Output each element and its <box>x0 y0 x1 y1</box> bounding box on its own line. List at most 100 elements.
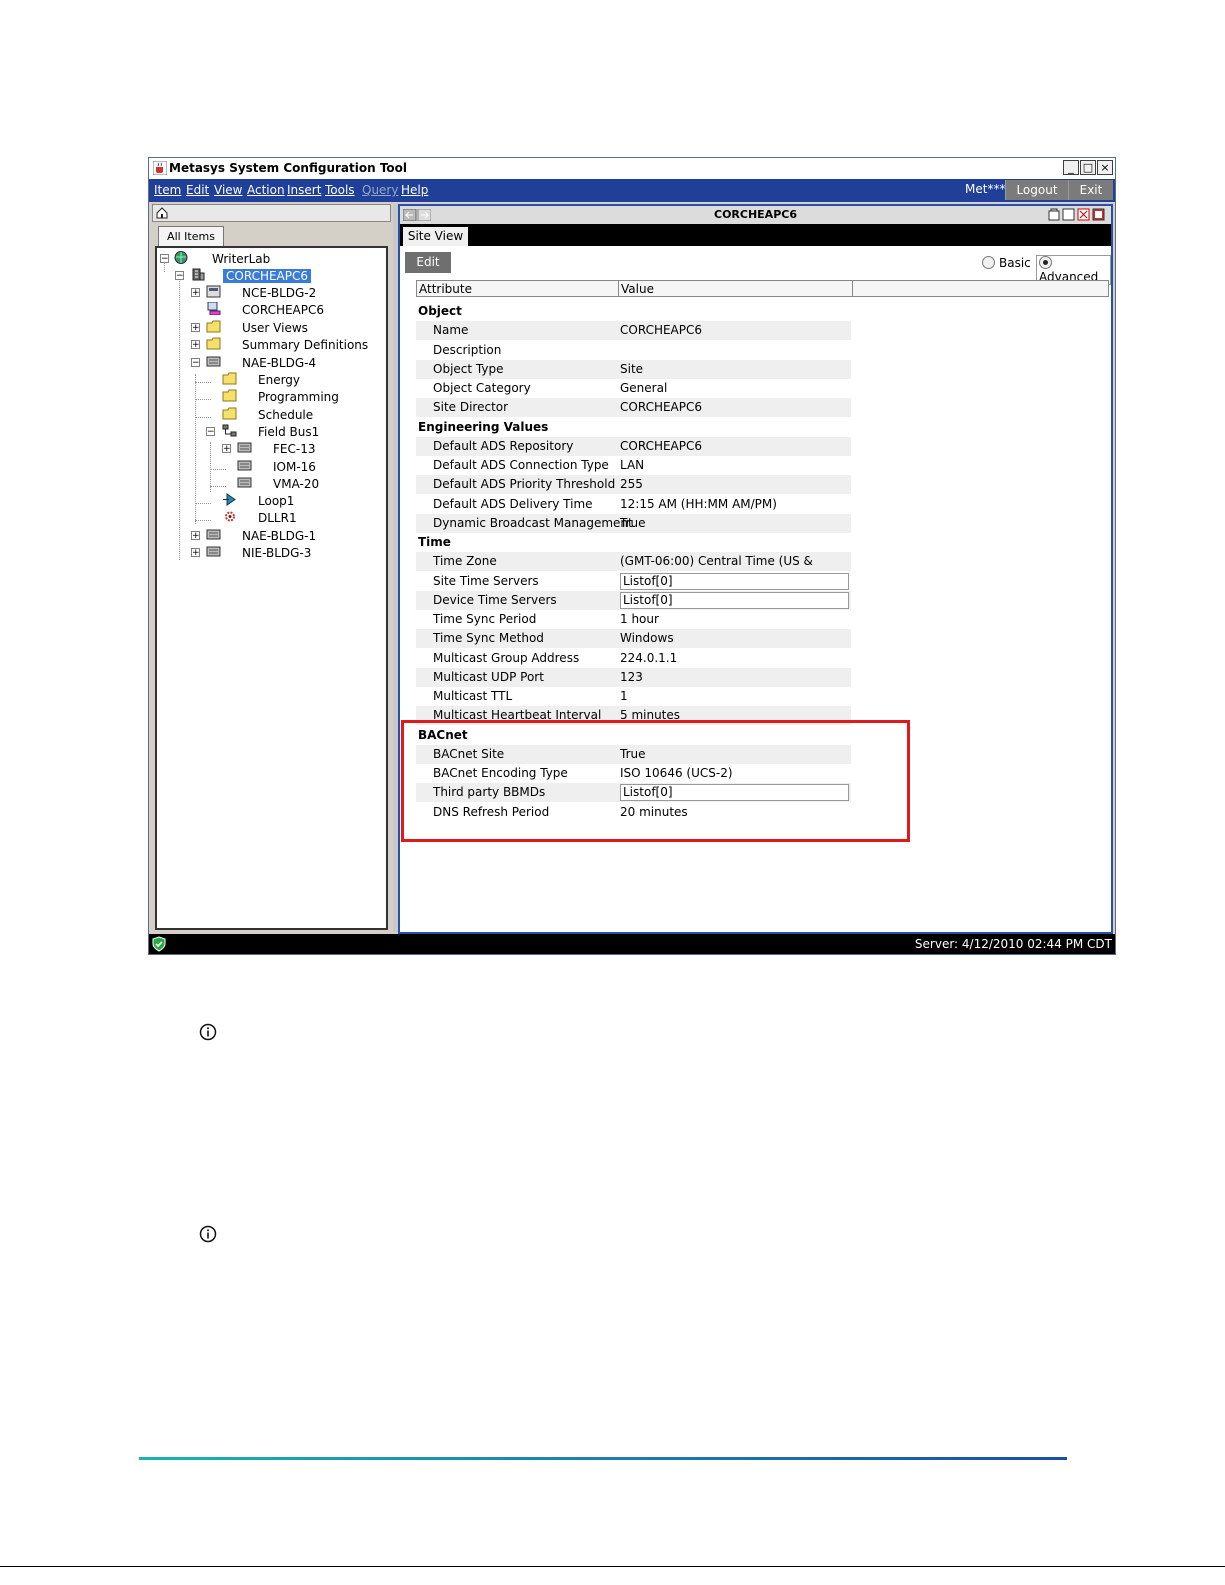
attribute-name: Object Category <box>433 381 531 395</box>
tree-node-loop1[interactable]: Loop1 <box>255 493 297 509</box>
info-icon <box>199 1023 217 1041</box>
table-row: Multicast Group Address 224.0.1.1 <box>416 649 851 668</box>
attribute-value: LAN <box>620 458 645 472</box>
attribute-value: 1 <box>620 689 628 703</box>
collapse-toggle[interactable]: − <box>160 254 169 264</box>
tree-node-summary-definitions[interactable]: Summary Definitions <box>239 337 371 353</box>
menu-action[interactable]: Action <box>247 183 285 197</box>
menu-view[interactable]: View <box>214 183 242 197</box>
home-icon[interactable] <box>155 206 169 220</box>
attribute-name: Site Time Servers <box>433 573 539 588</box>
tree-node-programming[interactable]: Programming <box>255 389 342 405</box>
display-tabs: Site View <box>400 224 1111 246</box>
footer-rule <box>139 1457 1067 1460</box>
tree-node-nae-bldg-1[interactable]: NAE-BLDG-1 <box>239 528 319 544</box>
menu-tools[interactable]: Tools <box>325 183 355 197</box>
radio-on-icon <box>1039 256 1052 269</box>
collapse-toggle[interactable]: − <box>206 427 215 437</box>
table-row: Name CORCHEAPC6 <box>416 321 851 341</box>
expand-toggle[interactable]: + <box>191 531 200 541</box>
section-label: Time <box>418 535 451 549</box>
menu-insert[interactable]: Insert <box>287 183 321 197</box>
collapse-toggle[interactable]: − <box>191 358 200 368</box>
minimize-button[interactable]: _ <box>1063 160 1079 175</box>
attribute-value: CORCHEAPC6 <box>620 438 703 453</box>
table-row: Time Sync Period 1 hour <box>416 610 851 629</box>
exit-button[interactable]: Exit <box>1068 180 1113 200</box>
tree-node-field-bus1[interactable]: Field Bus1 <box>255 424 322 440</box>
table-row: Multicast TTL 1 <box>416 687 851 706</box>
attribute-value: Windows <box>620 631 674 646</box>
attribute-value: CORCHEAPC6 <box>620 400 703 415</box>
tree-node-server[interactable]: CORCHEAPC6 <box>239 302 327 318</box>
edit-button[interactable]: Edit <box>405 252 451 273</box>
list-value-field[interactable]: Listof[0] <box>620 591 849 609</box>
device-icon <box>206 356 221 367</box>
tab-all-items[interactable]: All Items <box>158 226 224 246</box>
section-header: Object <box>416 302 851 321</box>
building-icon <box>192 268 205 281</box>
tree-node-user-views[interactable]: User Views <box>239 320 311 336</box>
attribute-value: 255 <box>620 477 643 492</box>
gear-icon <box>225 511 235 522</box>
bacnet-highlight-box <box>401 720 910 842</box>
attribute-name: Time Zone <box>433 554 497 569</box>
table-row: Description <box>416 341 851 360</box>
table-row: Time Zone (GMT-06:00) Central Time (US & … <box>416 552 851 587</box>
section-header: Engineering Values <box>416 418 851 437</box>
tree-node-iom-16[interactable]: IOM-16 <box>270 459 319 475</box>
tree-node-fec-13[interactable]: FEC-13 <box>270 441 318 457</box>
server-time: Server: 4/12/2010 02:44 PM CDT <box>914 937 1112 951</box>
status-bar: Server: 4/12/2010 02:44 PM CDT <box>149 934 1115 954</box>
tree-node-nae-bldg-4[interactable]: NAE-BLDG-4 <box>239 355 319 371</box>
navigation-header <box>152 204 391 222</box>
attribute-value: True <box>620 515 646 530</box>
menu-help[interactable]: Help <box>401 183 428 197</box>
collapse-toggle[interactable]: − <box>175 271 184 281</box>
tree-node-schedule[interactable]: Schedule <box>255 407 316 423</box>
table-row: Default ADS Connection Type LAN <box>416 456 851 475</box>
table-row: Device Time Servers Listof[0] <box>416 590 851 610</box>
maximize-button[interactable]: □ <box>1080 160 1096 175</box>
tab-site-view[interactable]: Site View <box>403 227 468 246</box>
attribute-name: Dynamic Broadcast Management <box>433 515 633 530</box>
display-title-bar: CORCHEAPC6 <box>400 206 1111 224</box>
expand-toggle[interactable]: + <box>222 444 231 454</box>
table-row: Multicast UDP Port 123 <box>416 667 851 687</box>
attribute-name: Multicast Group Address <box>433 650 580 665</box>
section-header: Time <box>416 533 851 552</box>
device-icon <box>237 477 252 488</box>
attribute-name: Default ADS Priority Threshold <box>433 477 616 492</box>
list-value-field[interactable]: Listof[0] <box>620 572 849 590</box>
menu-query: Query <box>362 183 399 197</box>
table-row: Default ADS Repository CORCHEAPC6 <box>416 436 851 456</box>
expand-toggle[interactable]: + <box>191 323 200 333</box>
menu-edit[interactable]: Edit <box>186 183 209 197</box>
expand-toggle[interactable]: + <box>191 288 200 298</box>
tree-node-dllr1[interactable]: DLLR1 <box>255 510 300 526</box>
menu-item[interactable]: Item <box>154 183 181 197</box>
attribute-name: Name <box>433 323 469 338</box>
column-value[interactable]: Value <box>621 282 654 296</box>
table-row: Dynamic Broadcast Management True <box>416 513 851 533</box>
expand-toggle[interactable]: + <box>191 340 200 350</box>
tree-node-nce-bldg-2[interactable]: NCE-BLDG-2 <box>239 285 319 301</box>
table-row: Default ADS Priority Threshold 255 <box>416 475 851 495</box>
expand-toggle[interactable]: + <box>191 548 200 558</box>
section-label: Object <box>418 304 462 318</box>
table-row: Site Director CORCHEAPC6 <box>416 398 851 418</box>
attribute-value: 12:15 AM (HH:MM AM/PM) <box>620 496 777 511</box>
close-button[interactable]: × <box>1097 160 1113 175</box>
tree-node-energy[interactable]: Energy <box>255 372 303 388</box>
logout-button[interactable]: Logout <box>1005 180 1068 200</box>
tree-node-writerlab[interactable]: WriterLab <box>209 251 273 267</box>
table-row: Default ADS Delivery Time 12:15 AM (HH:MM… <box>416 495 851 514</box>
window-title: Metasys System Configuration Tool <box>169 161 408 175</box>
display-controls-icon[interactable] <box>1048 208 1108 221</box>
column-attribute[interactable]: Attribute <box>419 282 472 296</box>
tree-node-vma-20[interactable]: VMA-20 <box>270 476 322 492</box>
tree-node-site[interactable]: CORCHEAPC6 <box>223 268 312 284</box>
attribute-name: Object Type <box>433 361 504 376</box>
tree-node-nie-bldg-3[interactable]: NIE-BLDG-3 <box>239 545 314 561</box>
basic-radio[interactable]: Basic <box>982 256 1031 270</box>
